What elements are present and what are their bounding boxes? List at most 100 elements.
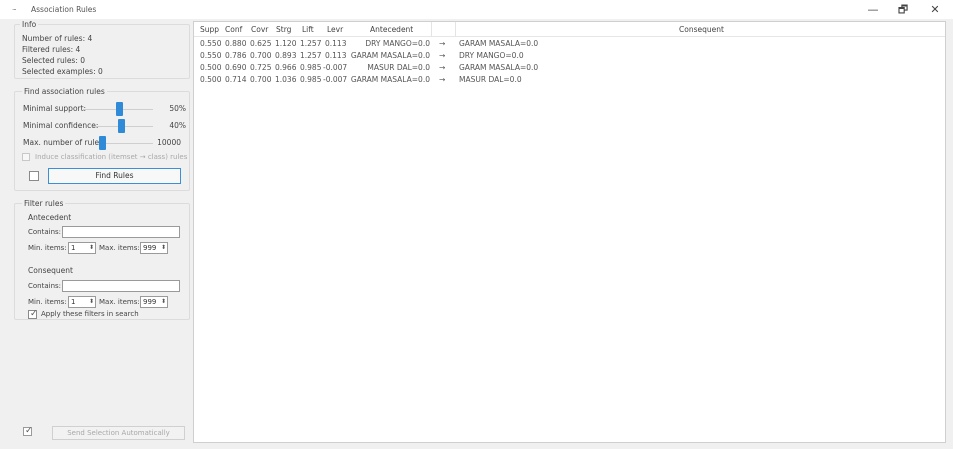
cell-covr: 0.725 xyxy=(250,63,272,72)
table-row[interactable]: 0.500 0.714 0.700 1.036 0.985 -0.007 GAR… xyxy=(194,75,945,87)
filter-rules-title: Filter rules xyxy=(22,199,66,208)
minimal-support-label: Minimal support: xyxy=(23,104,87,113)
cell-arrow: → xyxy=(439,51,446,60)
column-header-strg[interactable]: Strg xyxy=(276,25,291,34)
cell-conf: 0.690 xyxy=(225,63,247,72)
send-automatically-checkbox[interactable] xyxy=(23,426,33,436)
consequent-min-items-spinbox[interactable]: 1 ⬍ xyxy=(68,296,96,308)
antecedent-min-items-spinbox[interactable]: 1 ⬍ xyxy=(68,242,96,254)
cell-arrow: → xyxy=(439,75,446,84)
minimal-confidence-handle[interactable] xyxy=(118,119,125,133)
consequent-title: Consequent xyxy=(28,266,73,275)
cell-supp: 0.550 xyxy=(200,51,222,60)
max-rules-handle[interactable] xyxy=(99,136,106,150)
title-bar: ··· Association Rules — 🗗 ✕ xyxy=(0,0,953,19)
info-title: Info xyxy=(20,20,39,29)
column-header-covr[interactable]: Covr xyxy=(251,25,268,34)
antecedent-max-items-value: 999 xyxy=(143,244,157,252)
info-selected-examples: Selected examples: 0 xyxy=(22,67,103,76)
consequent-max-items-label: Max. items: xyxy=(99,298,140,306)
auto-find-checkbox[interactable] xyxy=(29,171,39,181)
cell-consequent: GARAM MASALA=0.0 xyxy=(459,39,539,48)
cell-antecedent: GARAM MASALA=0.0 xyxy=(350,51,430,60)
max-rules-slider[interactable] xyxy=(99,143,153,144)
consequent-contains-label: Contains: xyxy=(28,282,62,290)
antecedent-contains-label: Contains: xyxy=(28,228,62,236)
minimal-confidence-value: 40% xyxy=(169,121,186,130)
apply-filters-label: Apply these filters in search xyxy=(41,310,139,318)
cell-strg: 1.036 xyxy=(275,75,297,84)
cell-lift: 0.985 xyxy=(300,63,322,72)
find-rules-title: Find association rules xyxy=(22,87,107,96)
cell-supp: 0.550 xyxy=(200,39,222,48)
cell-antecedent: DRY MANGO=0.0 xyxy=(365,39,430,48)
cell-covr: 0.625 xyxy=(250,39,272,48)
info-selected-rules: Selected rules: 0 xyxy=(22,56,86,65)
minimize-button[interactable]: — xyxy=(862,2,884,17)
spin-arrows-icon[interactable]: ⬍ xyxy=(89,243,94,253)
cell-strg: 1.120 xyxy=(275,39,297,48)
cell-conf: 0.880 xyxy=(225,39,247,48)
column-header-levr[interactable]: Levr xyxy=(327,25,343,34)
close-button[interactable]: ✕ xyxy=(924,2,946,17)
max-rules-label: Max. number of rules: xyxy=(23,138,106,147)
cell-lift: 1.257 xyxy=(300,51,322,60)
induce-classification-checkbox[interactable] xyxy=(22,153,30,161)
filter-rules-group: Filter rules Antecedent Contains: Min. i… xyxy=(14,199,190,320)
spin-arrows-icon[interactable]: ⬍ xyxy=(161,297,166,307)
cell-antecedent: GARAM MASALA=0.0 xyxy=(350,75,430,84)
cell-strg: 0.966 xyxy=(275,63,297,72)
column-header-lift[interactable]: Lift xyxy=(302,25,314,34)
cell-lift: 0.985 xyxy=(300,75,322,84)
column-header-conf[interactable]: Conf xyxy=(225,25,242,34)
consequent-min-items-label: Min. items: xyxy=(28,298,67,306)
cell-covr: 0.700 xyxy=(250,51,272,60)
info-filtered-rules: Filtered rules: 4 xyxy=(22,45,81,54)
column-divider xyxy=(455,22,456,37)
cell-supp: 0.500 xyxy=(200,75,222,84)
cell-arrow: → xyxy=(439,39,446,48)
control-panel: Info Number of rules: 4 Filtered rules: … xyxy=(14,19,190,443)
app-icon: ··· xyxy=(12,6,17,14)
consequent-contains-input[interactable] xyxy=(62,280,180,292)
cell-arrow: → xyxy=(439,63,446,72)
info-group: Info Number of rules: 4 Filtered rules: … xyxy=(14,20,190,79)
cell-strg: 0.893 xyxy=(275,51,297,60)
cell-levr: -0.007 xyxy=(323,63,348,72)
cell-levr: -0.007 xyxy=(323,75,348,84)
column-header-consequent[interactable]: Consequent xyxy=(679,25,724,34)
minimal-confidence-label: Minimal confidence: xyxy=(23,121,99,130)
table-row[interactable]: 0.500 0.690 0.725 0.966 0.985 -0.007 MAS… xyxy=(194,63,945,75)
cell-consequent: DRY MANGO=0.0 xyxy=(459,51,524,60)
antecedent-min-items-value: 1 xyxy=(71,244,76,252)
table-header: Supp Conf Covr Strg Lift Levr Antecedent… xyxy=(194,22,945,37)
column-header-supp[interactable]: Supp xyxy=(200,25,219,34)
cell-conf: 0.714 xyxy=(225,75,247,84)
consequent-max-items-value: 999 xyxy=(143,298,157,306)
column-header-antecedent[interactable]: Antecedent xyxy=(370,25,413,34)
minimal-support-handle[interactable] xyxy=(116,102,123,116)
table-row[interactable]: 0.550 0.786 0.700 0.893 1.257 0.113 GARA… xyxy=(194,51,945,63)
spin-arrows-icon[interactable]: ⬍ xyxy=(89,297,94,307)
cell-levr: 0.113 xyxy=(325,51,347,60)
window-title: Association Rules xyxy=(31,5,97,14)
send-selection-button[interactable]: Send Selection Automatically xyxy=(52,426,185,440)
cell-supp: 0.500 xyxy=(200,63,222,72)
find-rules-button[interactable]: Find Rules xyxy=(48,168,181,184)
cell-consequent: MASUR DAL=0.0 xyxy=(459,75,522,84)
cell-lift: 1.257 xyxy=(300,39,322,48)
apply-filters-checkbox[interactable] xyxy=(28,309,38,319)
rules-table[interactable]: Supp Conf Covr Strg Lift Levr Antecedent… xyxy=(193,21,946,443)
induce-classification-label: Induce classification (itemset → class) … xyxy=(35,153,188,161)
cell-covr: 0.700 xyxy=(250,75,272,84)
spin-arrows-icon[interactable]: ⬍ xyxy=(161,243,166,253)
antecedent-min-items-label: Min. items: xyxy=(28,244,67,252)
cell-antecedent: MASUR DAL=0.0 xyxy=(367,63,430,72)
antecedent-max-items-spinbox[interactable]: 999 ⬍ xyxy=(140,242,168,254)
consequent-max-items-spinbox[interactable]: 999 ⬍ xyxy=(140,296,168,308)
max-rules-value: 10000 xyxy=(157,138,181,147)
antecedent-max-items-label: Max. items: xyxy=(99,244,140,252)
antecedent-contains-input[interactable] xyxy=(62,226,180,238)
maximize-button[interactable]: 🗗 xyxy=(892,2,914,17)
table-row[interactable]: 0.550 0.880 0.625 1.120 1.257 0.113 DRY … xyxy=(194,39,945,51)
